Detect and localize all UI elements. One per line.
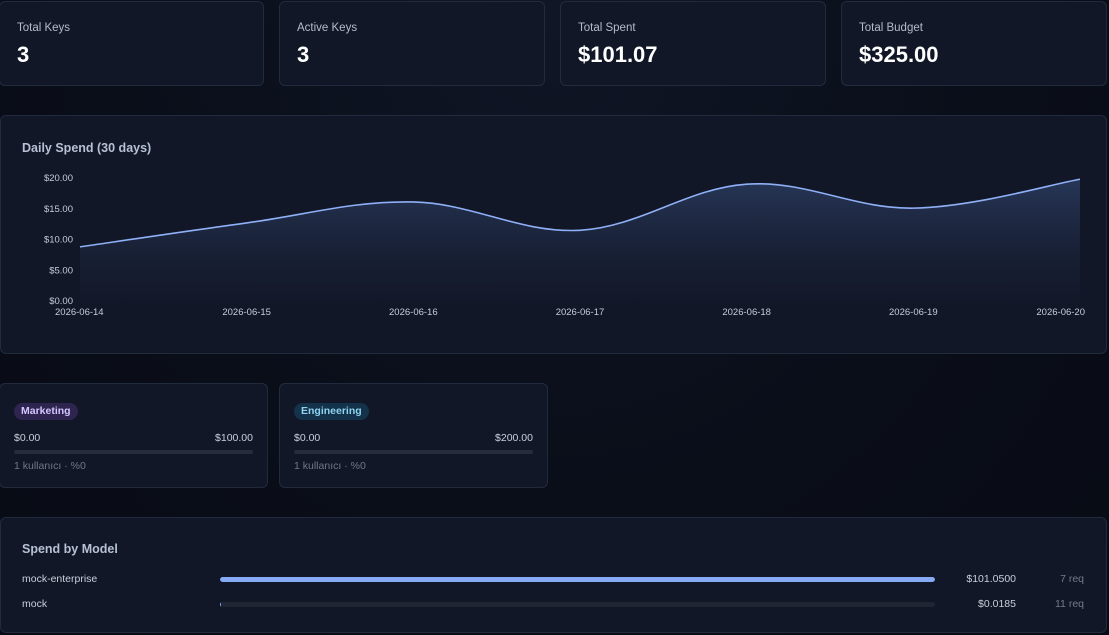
group-budget: $100.00: [215, 432, 253, 444]
group-meta: 1 kullanıcı · %0: [14, 460, 86, 472]
model-share-bar: [220, 577, 935, 582]
stat-value: $325.00: [859, 42, 939, 67]
group-meta: 1 kullanıcı · %0: [294, 460, 366, 472]
model-share-fill: [220, 577, 935, 582]
group-progress-bar: [14, 450, 253, 454]
group-card-engineering: Engineering $0.00 $200.00 1 kullanıcı · …: [279, 383, 548, 488]
x-tick-label: 2026-06-20: [1036, 307, 1085, 318]
stat-label: Total Keys: [17, 22, 71, 34]
chart-area: [80, 179, 1080, 301]
model-cost: $0.0185: [978, 598, 1016, 610]
model-name: mock-enterprise: [22, 573, 98, 585]
model-share-fill: [220, 602, 222, 607]
stat-label: Total Spent: [578, 22, 636, 34]
stat-card-total-budget: Total Budget $325.00: [841, 1, 1107, 86]
x-tick-label: 2026-06-18: [722, 307, 771, 318]
daily-spend-chart: $0.00 $5.00 $10.00 $15.00 $20.00 2026-06-14 2…: [44, 173, 1085, 318]
model-row: mock $0.0185 11 req: [1, 598, 1106, 614]
y-tick-label: $20.00: [44, 173, 73, 184]
stat-card-total-keys: Total Keys 3: [0, 1, 264, 86]
x-tick-label: 2026-06-15: [222, 307, 271, 318]
daily-spend-chart-card: Daily Spend (30 days) $0.00 $5.00 $10.00 $1…: [0, 115, 1107, 354]
y-tick-label: $5.00: [49, 265, 73, 276]
group-card-marketing: Marketing $0.00 $100.00 1 kullanıcı · %0: [0, 383, 268, 488]
model-requests: 11 req: [1055, 598, 1084, 610]
stat-value: 3: [297, 42, 310, 67]
y-tick-label: $15.00: [44, 204, 73, 215]
model-row: mock-enterprise $101.0500 7 req: [1, 573, 1106, 589]
group-progress-bar: [294, 450, 533, 454]
model-share-bar: [220, 602, 935, 607]
group-spent: $0.00: [294, 432, 321, 444]
spend-by-model-card: Spend by Model mock-enterprise $101.0500…: [0, 517, 1107, 633]
stat-label: Active Keys: [297, 22, 358, 34]
stat-value: $101.07: [578, 42, 658, 67]
y-tick-label: $10.00: [44, 235, 73, 246]
x-tick-label: 2026-06-19: [889, 307, 938, 318]
group-badge: Marketing: [14, 403, 78, 420]
model-name: mock: [22, 598, 48, 610]
stat-card-active-keys: Active Keys 3: [279, 1, 545, 86]
x-tick-label: 2026-06-16: [389, 307, 438, 318]
models-title: Spend by Model: [22, 542, 118, 556]
group-budget: $200.00: [495, 432, 533, 444]
model-cost: $101.0500: [966, 573, 1016, 585]
stat-card-total-spent: Total Spent $101.07: [560, 1, 826, 86]
x-tick-label: 2026-06-14: [55, 307, 104, 318]
group-spent: $0.00: [14, 432, 41, 444]
model-requests: 7 req: [1060, 573, 1084, 585]
stat-value: 3: [17, 42, 30, 67]
x-tick-label: 2026-06-17: [556, 307, 605, 318]
group-badge: Engineering: [294, 403, 369, 420]
y-tick-label: $0.00: [49, 296, 73, 307]
stat-label: Total Budget: [859, 22, 923, 34]
